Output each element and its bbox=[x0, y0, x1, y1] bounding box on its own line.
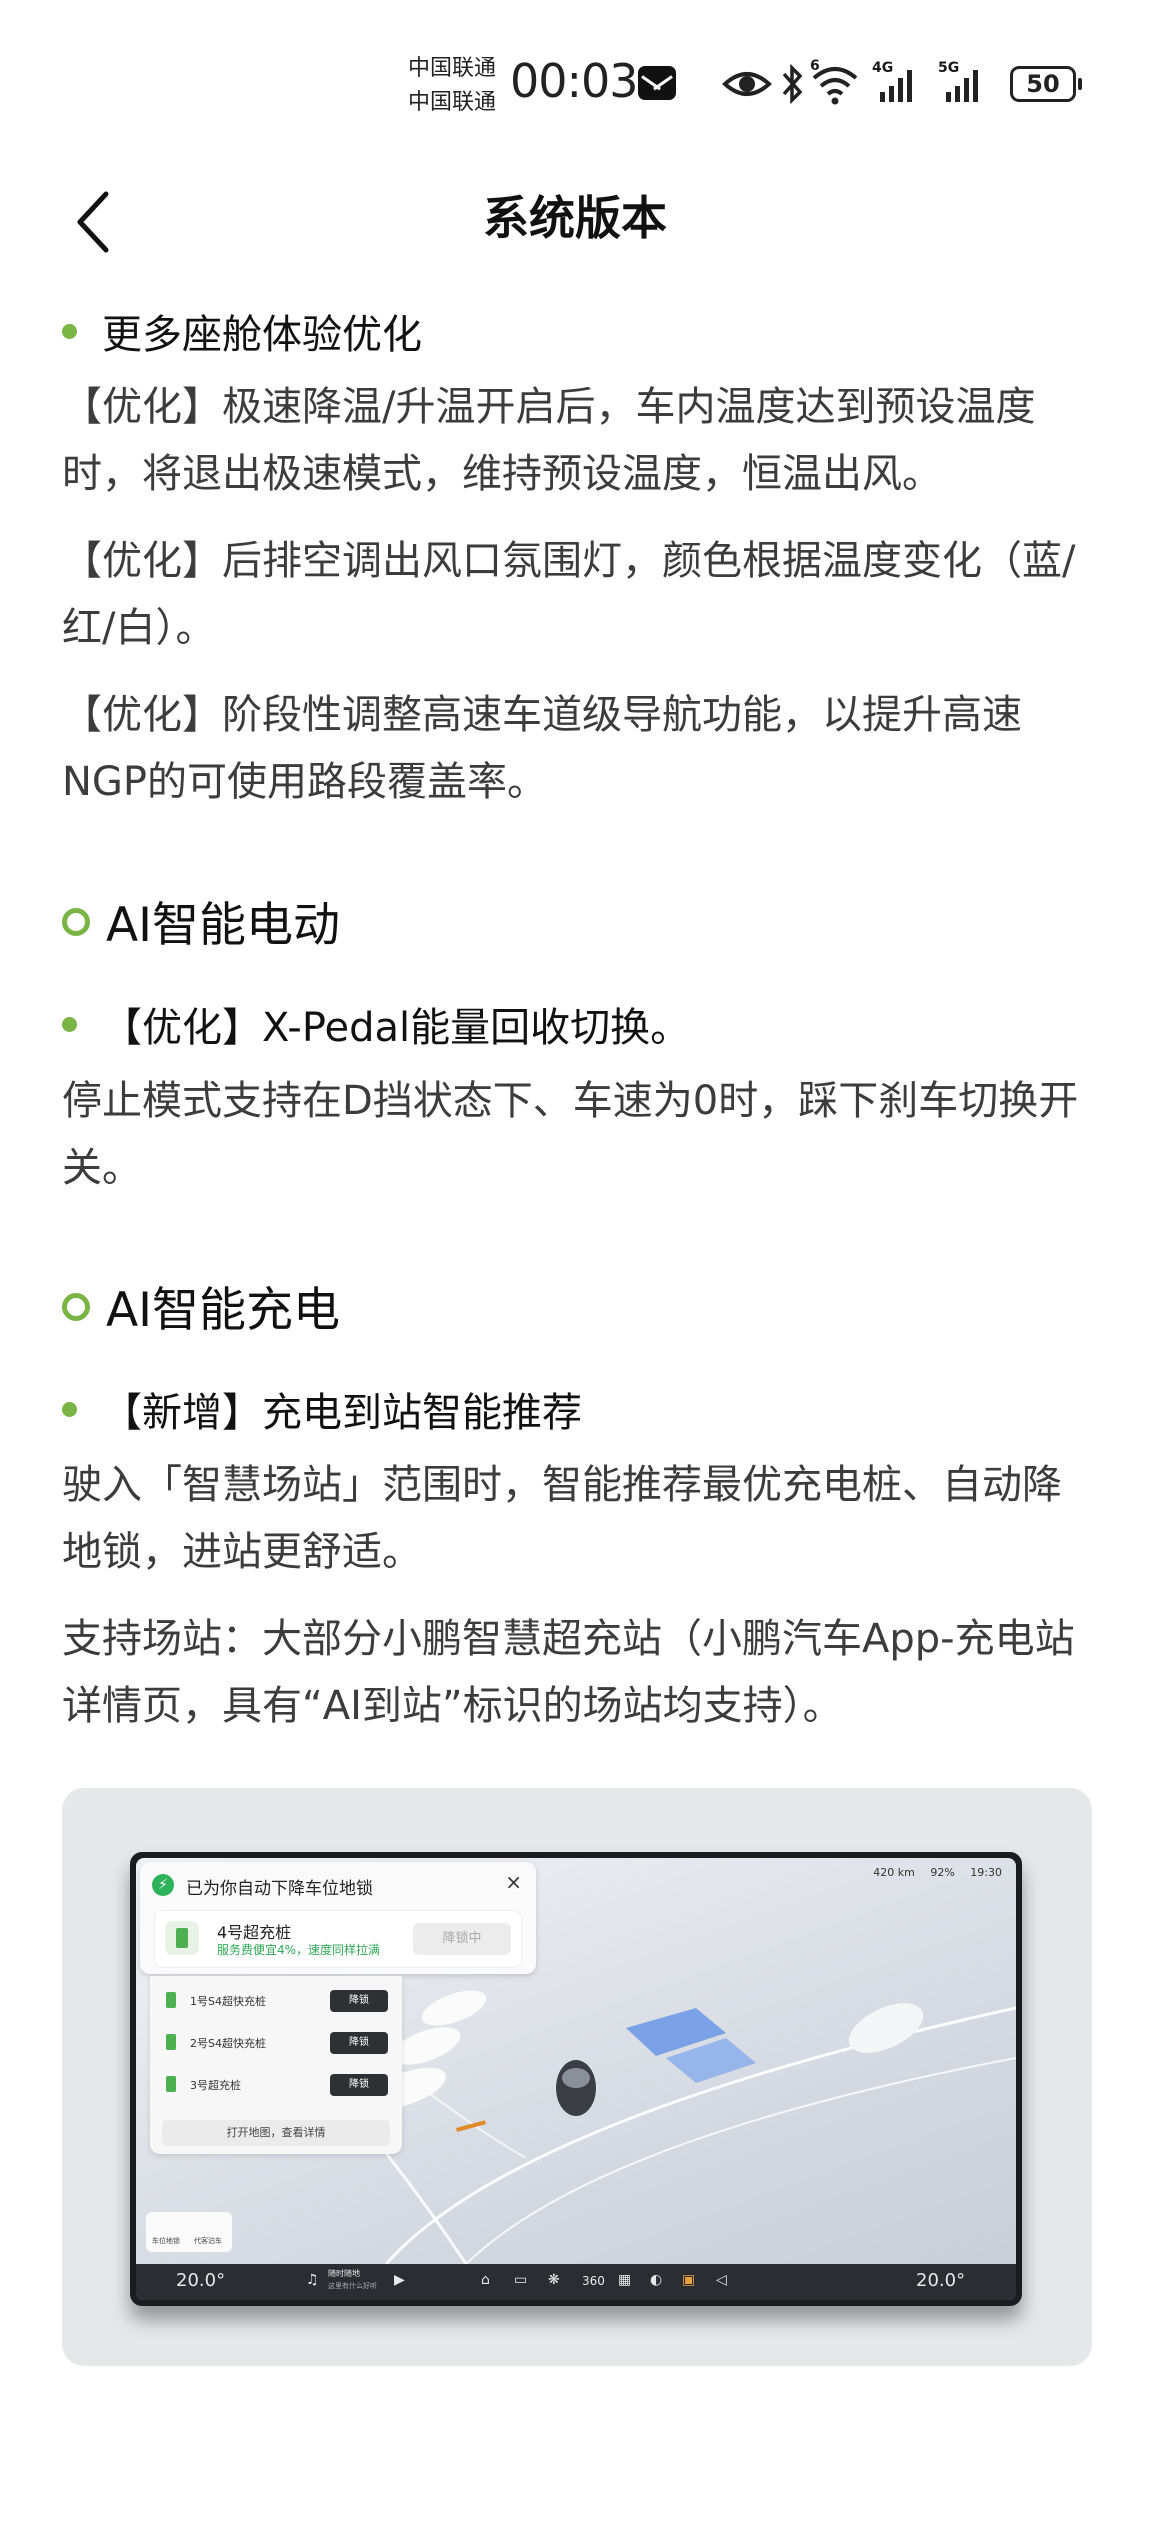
quick-actions: 车位地锁 代客泊车 bbox=[146, 2212, 232, 2252]
net-type-2: 4G bbox=[872, 60, 894, 76]
car-screen-display: 420 km 92% 19:30 ⚡ 已为你自动下降车位地锁 × 4号超充桩 服… bbox=[136, 1858, 1016, 2300]
charger-name: 4号超充桩 bbox=[217, 1923, 292, 1942]
page-title: 系统版本 bbox=[483, 191, 667, 245]
car-screen: 420 km 92% 19:30 ⚡ 已为你自动下降车位地锁 × 4号超充桩 服… bbox=[130, 1852, 1022, 2306]
recommended-charger: 4号超充桩 服务费便宜4%，速度同样拉满 降锁中 bbox=[154, 1910, 522, 1968]
item-heading-xpedal: 【优化】X-Pedal能量回收切换。 bbox=[102, 1005, 691, 1051]
charger-icon bbox=[166, 2076, 176, 2092]
bullet-dot bbox=[62, 324, 77, 339]
carrier-2: 中国联通 bbox=[408, 90, 497, 115]
eye-icon bbox=[722, 72, 772, 96]
lower-lock-button[interactable]: 降锁 bbox=[330, 2032, 388, 2054]
section-ring-icon bbox=[62, 1293, 90, 1321]
item-heading-cabin: 更多座舱体验优化 bbox=[102, 312, 422, 358]
lower-lock-button[interactable]: 降锁 bbox=[330, 1990, 388, 2012]
fan-icon[interactable]: ❋ bbox=[548, 2272, 560, 2288]
lower-lock-button[interactable]: 降锁 bbox=[330, 2074, 388, 2096]
open-map-button[interactable]: 打开地图，查看详情 bbox=[162, 2120, 390, 2146]
mail-icon bbox=[638, 66, 676, 100]
charger-list: 1号S4超快充桩 降锁 2号S4超快充桩 降锁 3号超充桩 降锁 打开地图，查看… bbox=[150, 1976, 402, 2154]
section-ring-icon bbox=[62, 908, 90, 936]
home-icon[interactable]: ⌂ bbox=[481, 2272, 490, 2288]
list-item: 2号S4超快充桩 降锁 bbox=[162, 2028, 390, 2058]
bullet-dot bbox=[62, 1017, 77, 1032]
list-item: 3号超充桩 降锁 bbox=[162, 2070, 390, 2100]
lowering-lock-button[interactable]: 降锁中 bbox=[413, 1923, 511, 1955]
net-type-1: 6 bbox=[810, 58, 820, 74]
lights-icon[interactable]: ◐ bbox=[650, 2272, 662, 2288]
car-dock: 20.0° ♫ 随时随地 这里有什么好听 ▶ ⌂ ▭ ❋ 360 ▦ ◐ ▣ ◁… bbox=[136, 2264, 1016, 2300]
temp-right[interactable]: 20.0° bbox=[916, 2270, 965, 2291]
notification-title: 已为你自动下降车位地锁 bbox=[186, 1879, 373, 1899]
media-title: 随时随地 bbox=[328, 2269, 360, 2278]
clock-text: 19:30 bbox=[970, 1866, 1002, 1879]
volume-icon[interactable]: ◁ bbox=[716, 2272, 727, 2288]
paragraph-charge-1: 驶入「智慧场站」范围时，智能推荐最优充电桩、自动降地锁，进站更舒适。 bbox=[62, 1462, 1062, 1575]
car-icon[interactable]: ▭ bbox=[514, 2272, 527, 2288]
paragraph-cabin-3: 【优化】阶段性调整高速车道级导航功能，以提升高速NGP的可使用路段覆盖率。 bbox=[62, 692, 1022, 805]
charger-icon bbox=[166, 1992, 176, 2008]
feature-image: 420 km 92% 19:30 ⚡ 已为你自动下降车位地锁 × 4号超充桩 服… bbox=[62, 1788, 1092, 2366]
net-type-3: 5G bbox=[938, 60, 960, 76]
charger-subtitle: 服务费便宜4%，速度同样拉满 bbox=[217, 1943, 381, 1957]
status-time: 00:03 bbox=[510, 54, 639, 108]
paragraph-charge-2: 支持场站：大部分小鹏智慧超充站（小鹏汽车App-充电站详情页，具有“AI到站”标… bbox=[62, 1616, 1075, 1729]
close-icon[interactable]: × bbox=[505, 1870, 522, 1894]
list-item: 1号S4超快充桩 降锁 bbox=[162, 1986, 390, 2016]
lock-notification: ⚡ 已为你自动下降车位地锁 × 4号超充桩 服务费便宜4%，速度同样拉满 降锁中 bbox=[140, 1862, 536, 1974]
parking-lock-shortcut[interactable]: 车位地锁 bbox=[152, 2236, 180, 2246]
camera-icon[interactable]: ▣ bbox=[682, 2272, 695, 2288]
car-status-bar: 420 km 92% 19:30 bbox=[861, 1866, 1002, 1879]
bullet-dot bbox=[62, 1402, 77, 1417]
carrier-1: 中国联通 bbox=[408, 56, 497, 81]
soc-text: 92% bbox=[930, 1866, 955, 1879]
paragraph-cabin-2: 【优化】后排空调出风口氛围灯，颜色根据温度变化（蓝/红/白）。 bbox=[62, 538, 1076, 651]
play-icon[interactable]: ▶ bbox=[394, 2272, 405, 2288]
status-bar: 中国联通 中国联通 00:03 6 4G 5G 50 bbox=[0, 0, 1150, 150]
section-heading-power: AI智能电动 bbox=[106, 898, 341, 953]
media-subtitle: 这里有什么好听 bbox=[328, 2282, 377, 2290]
bolt-icon: ⚡ bbox=[152, 1874, 174, 1896]
pile-name: 2号S4超快充桩 bbox=[190, 2037, 266, 2050]
view-360-icon[interactable]: 360 bbox=[582, 2274, 605, 2288]
paragraph-xpedal: 停止模式支持在D挡状态下、车速为0时，踩下刹车切换开关。 bbox=[62, 1078, 1079, 1191]
apps-icon[interactable]: ▦ bbox=[618, 2272, 631, 2288]
section-heading-charge: AI智能充电 bbox=[106, 1283, 341, 1338]
bluetooth-icon bbox=[782, 63, 803, 105]
valet-parking-shortcut[interactable]: 代客泊车 bbox=[194, 2236, 222, 2246]
charger-icon bbox=[166, 2034, 176, 2050]
range-text: 420 km bbox=[873, 1866, 915, 1879]
pile-name: 1号S4超快充桩 bbox=[190, 1995, 266, 2008]
paragraph-cabin-1: 【优化】极速降温/升温开启后，车内温度达到预设温度时，将退出极速模式，维持预设温… bbox=[62, 384, 1036, 497]
item-heading-charge: 【新增】充电到站智能推荐 bbox=[102, 1390, 582, 1436]
battery-icon: 50 bbox=[1010, 66, 1082, 102]
charger-icon bbox=[165, 1921, 199, 1955]
temp-left[interactable]: 20.0° bbox=[176, 2270, 225, 2291]
pile-name: 3号超充桩 bbox=[190, 2079, 241, 2092]
music-note-icon[interactable]: ♫ bbox=[306, 2272, 319, 2288]
carrier-labels: 中国联通 中国联通 bbox=[408, 52, 496, 120]
